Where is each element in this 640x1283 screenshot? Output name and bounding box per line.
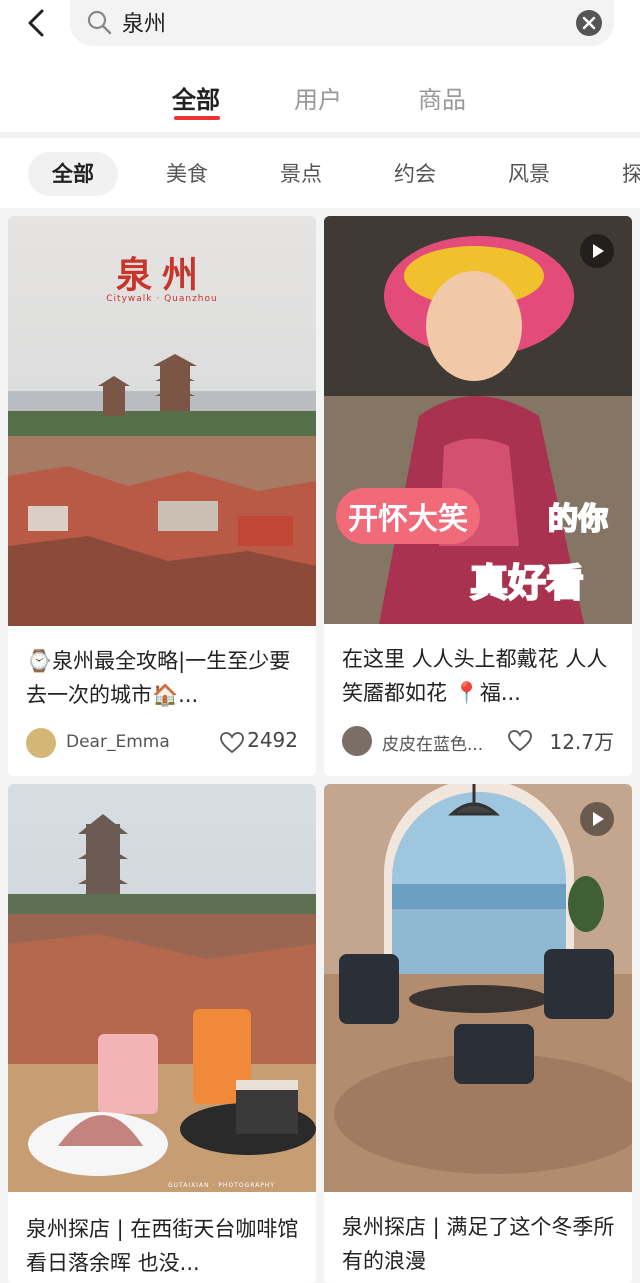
note-card[interactable]: 开怀大笑 的你 真好看 在这里 人人头上都戴花 人人笑靥都如花 📍福... 皮皮… [324,216,632,776]
avatar[interactable] [26,728,56,758]
main-tabs: 全部 用户 商品 [0,72,640,122]
note-card[interactable]: GUTAIXIAN · PHOTOGRAPHY 泉州探店 | 在西街天台咖啡馆看… [8,784,316,1283]
cover-caption: 真好看 [469,560,585,606]
photo-watermark: GUTAIXIAN · PHOTOGRAPHY [168,1182,276,1189]
back-arrow-icon[interactable] [22,8,52,38]
chip-explore[interactable]: 探 [598,152,640,196]
active-tab-indicator [174,116,220,120]
chip-dating[interactable]: 约会 [370,152,460,196]
chip-sights[interactable]: 景点 [256,152,346,196]
cover-subtitle: Citywalk · Quanzhou [106,294,218,304]
note-title[interactable]: 在这里 人人头上都戴花 人人笑靥都如花 📍福... [342,642,618,710]
chip-all[interactable]: 全部 [28,152,118,196]
heart-icon[interactable] [508,730,532,752]
note-cover-image [8,784,316,1192]
like-count: 2492 [247,728,298,752]
filter-chips: 全部 美食 景点 约会 风景 探 [0,138,640,208]
note-meta: Dear_Emma 2492 [26,726,302,760]
note-title[interactable]: 泉州探店 | 在西街天台咖啡馆看日落余晖 也没... [26,1212,302,1280]
like-count: 12.7万 [549,730,614,754]
search-input[interactable]: 泉州 [122,6,166,38]
tab-all[interactable]: 全部 [172,80,220,115]
video-play-icon [580,234,614,268]
cover-caption: 的你 [547,501,609,538]
note-meta: 皮皮在蓝色... 12.7万 [342,724,618,758]
search-bar[interactable]: 泉州 [70,0,614,46]
chip-food[interactable]: 美食 [142,152,232,196]
header: 泉州 全部 用户 商品 [0,0,640,134]
note-card[interactable]: 泉州 Citywalk · Quanzhou ⌚泉州最全攻略|一生至少要去一次的… [8,216,316,776]
search-icon [87,10,112,35]
chip-scenery[interactable]: 风景 [484,152,574,196]
tab-products[interactable]: 商品 [418,80,466,115]
cover-title: 泉州 [115,254,208,296]
note-title[interactable]: 泉州探店 | 满足了这个冬季所有的浪漫 [342,1210,618,1278]
tab-users[interactable]: 用户 [294,80,342,115]
heart-icon[interactable] [220,732,244,754]
video-play-icon [580,802,614,836]
cover-caption: 开怀大笑 [336,488,480,544]
author-name[interactable]: Dear_Emma [66,732,170,752]
author-name[interactable]: 皮皮在蓝色... [382,730,483,755]
avatar[interactable] [342,726,372,756]
clear-search-icon[interactable] [576,10,602,36]
note-card[interactable]: 泉州探店 | 满足了这个冬季所有的浪漫 [324,784,632,1283]
note-cover-image [324,784,632,1192]
note-title[interactable]: ⌚泉州最全攻略|一生至少要去一次的城市🏠... [26,644,302,712]
